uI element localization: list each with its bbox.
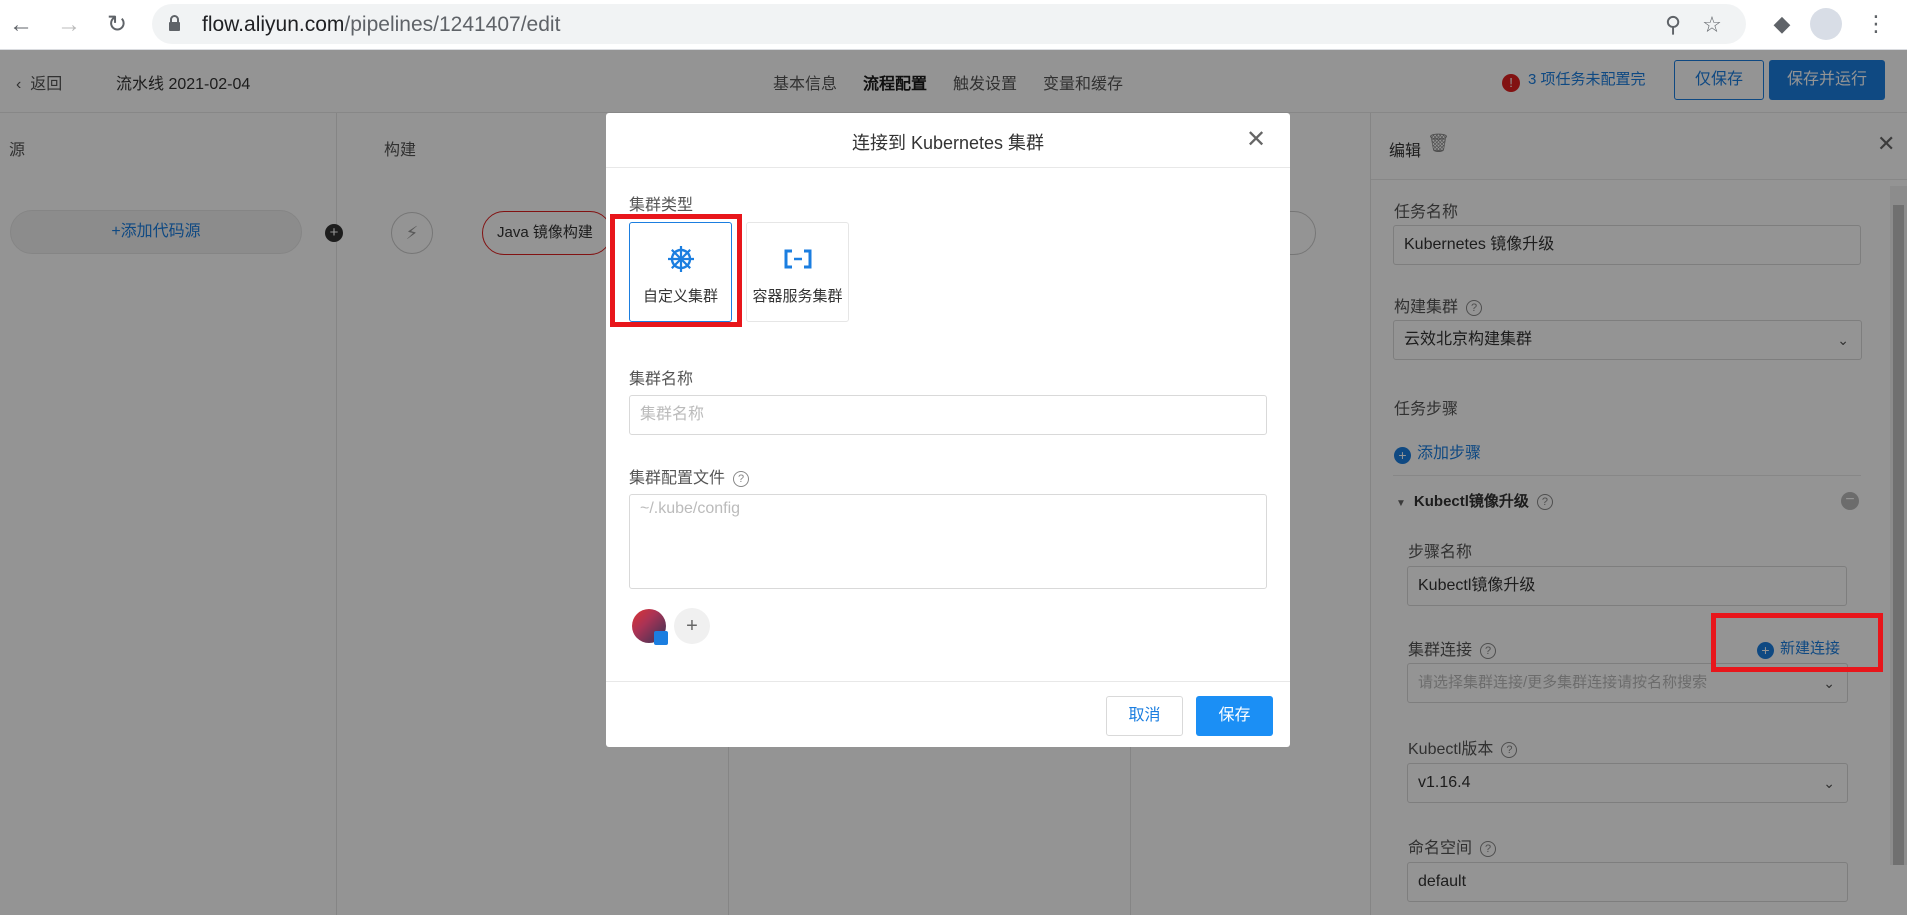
save-button[interactable]: 保存: [1196, 696, 1273, 736]
helm-wheel-icon: [630, 243, 731, 277]
cluster-name-input[interactable]: 集群名称: [629, 395, 1267, 435]
k8s-connect-dialog: 连接到 Kubernetes 集群 ✕ 集群类型 自定义集群 容器服务集群 集群…: [606, 113, 1290, 747]
url-text: flow.aliyun.com/pipelines/1241407/edit: [202, 13, 561, 36]
extensions-icon[interactable]: ◆: [1766, 8, 1798, 40]
config-file-label: 集群配置文件?: [629, 464, 750, 488]
dialog-title: 连接到 Kubernetes 集群: [851, 133, 1045, 153]
address-bar[interactable]: flow.aliyun.com/pipelines/1241407/edit ⚲…: [152, 4, 1746, 44]
cluster-type-label: 集群类型: [629, 197, 694, 214]
user-badge-icon: [654, 631, 668, 645]
browser-toolbar: ← → ↻ flow.aliyun.com/pipelines/1241407/…: [0, 0, 1907, 50]
zoom-icon[interactable]: ⚲: [1660, 12, 1686, 38]
forward-arrow-icon[interactable]: →: [54, 10, 84, 40]
cluster-name-label: 集群名称: [629, 371, 694, 388]
cluster-type-container-service[interactable]: 容器服务集群: [746, 222, 849, 322]
dialog-footer-divider: [606, 681, 1290, 682]
aliyun-bracket-icon: [747, 243, 848, 277]
dialog-header: 连接到 Kubernetes 集群 ✕: [606, 113, 1290, 168]
help-icon: ?: [733, 471, 750, 487]
profile-avatar[interactable]: [1810, 8, 1842, 40]
add-member-button[interactable]: +: [674, 608, 710, 644]
cluster-type-custom[interactable]: 自定义集群: [629, 222, 732, 322]
lock-icon: [169, 15, 180, 31]
menu-kebab-icon[interactable]: ⋮: [1860, 8, 1892, 40]
cancel-button[interactable]: 取消: [1106, 696, 1183, 736]
back-arrow-icon[interactable]: ←: [6, 10, 36, 40]
star-icon[interactable]: ☆: [1699, 12, 1725, 38]
close-icon[interactable]: ✕: [1246, 125, 1266, 154]
reload-icon[interactable]: ↻: [102, 10, 132, 40]
config-file-textarea[interactable]: ~/.kube/config: [629, 494, 1267, 589]
